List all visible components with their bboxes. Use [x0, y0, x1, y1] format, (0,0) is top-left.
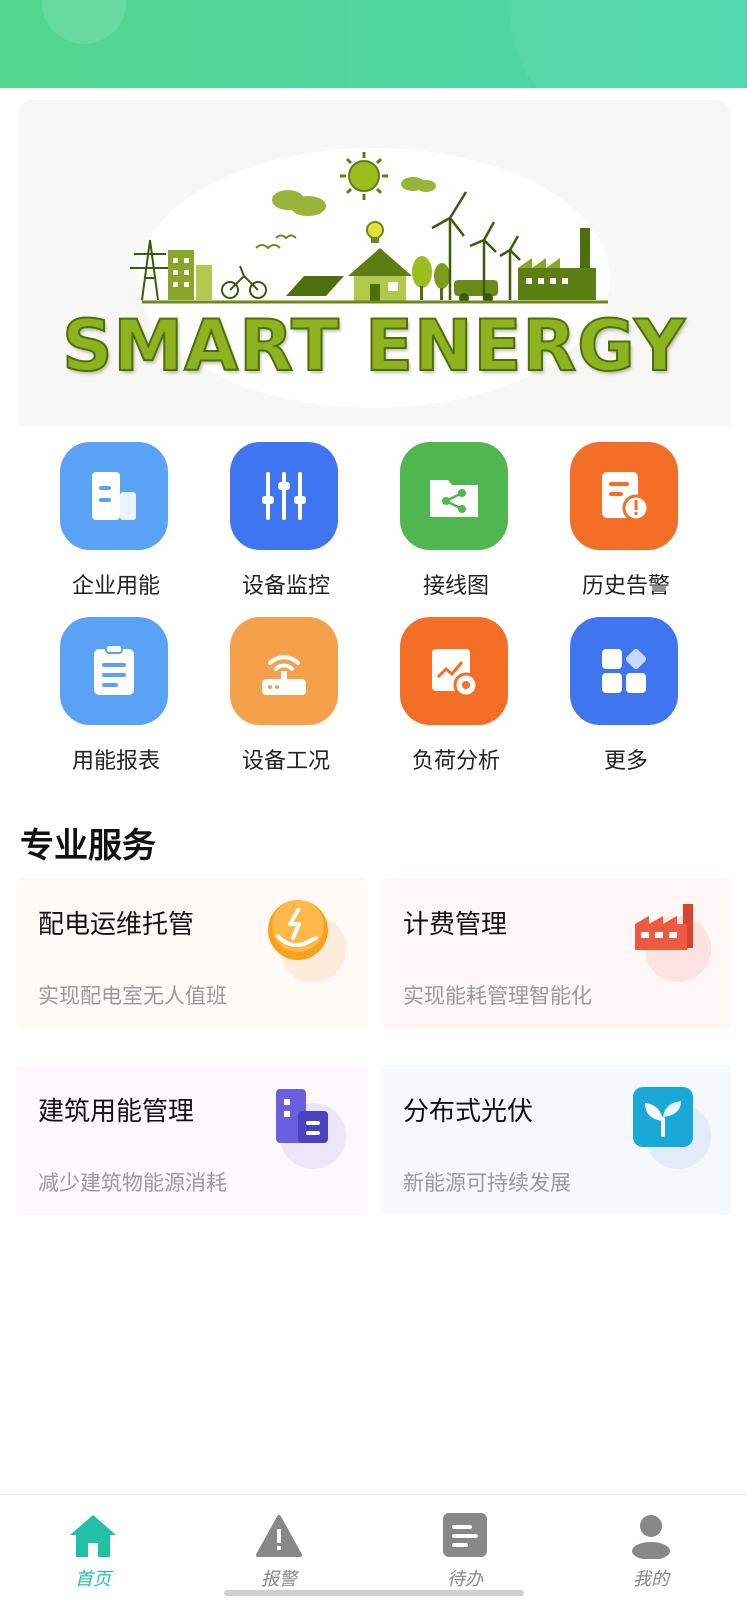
banner-title: SMART ENERGY: [61, 304, 686, 388]
quick-label: 设备工况: [241, 749, 330, 774]
router-icon: [230, 617, 338, 725]
share-folder-icon: [400, 442, 508, 550]
quick-label: 用能报表: [71, 749, 160, 774]
card-subtitle: 实现能耗管理智能化: [403, 984, 592, 1008]
buildings-icon: [276, 1089, 328, 1143]
bottom-tab-bar: 首页 报警 待办 我的: [0, 1494, 747, 1600]
service-card-building-energy[interactable]: 建筑用能管理 减少建筑物能源消耗: [18, 1065, 366, 1215]
banner-pager-dot[interactable]: [355, 390, 371, 395]
card-title: 计费管理: [403, 910, 508, 940]
quick-item-energy-report[interactable]: 用能报表: [35, 617, 209, 777]
tab-label: 报警: [261, 1569, 297, 1590]
quick-label: 负荷分析: [411, 749, 500, 774]
quick-item-wiring-diagram[interactable]: 接线图: [375, 442, 549, 602]
service-card-power-om[interactable]: 配电运维托管 实现配电室无人值班: [18, 878, 366, 1028]
tab-mine[interactable]: 我的: [558, 1495, 744, 1600]
tab-label: 待办: [447, 1569, 483, 1590]
tab-label: 我的: [633, 1569, 669, 1590]
tab-alarm[interactable]: 报警: [186, 1495, 372, 1600]
smart-energy-banner[interactable]: SMART ENERGY: [18, 100, 730, 426]
grid-more-icon: [570, 617, 678, 725]
card-title: 分布式光伏: [403, 1097, 534, 1127]
card-title: 配电运维托管: [38, 910, 195, 940]
quick-label: 企业用能: [71, 574, 160, 599]
tab-label: 首页: [75, 1569, 111, 1590]
service-card-billing[interactable]: 计费管理 实现能耗管理智能化: [383, 878, 731, 1028]
section-title: 专业服务: [20, 826, 156, 866]
home-icon: [70, 1515, 116, 1557]
clipboard-icon: [60, 617, 168, 725]
quick-item-history-alarm[interactable]: 历史告警: [545, 442, 719, 602]
quick-item-enterprise-energy[interactable]: 企业用能: [35, 442, 209, 602]
chart-gear-icon: [400, 617, 508, 725]
factory-icon: [635, 904, 693, 950]
quick-item-load-analysis[interactable]: 负荷分析: [375, 617, 549, 777]
sprout-icon: [633, 1087, 693, 1147]
todo-list-icon: [443, 1513, 487, 1557]
card-subtitle: 减少建筑物能源消耗: [38, 1171, 227, 1195]
tab-home[interactable]: 首页: [0, 1495, 186, 1600]
warning-icon: [256, 1515, 302, 1557]
user-icon: [632, 1515, 670, 1559]
quick-label: 接线图: [422, 574, 489, 599]
card-subtitle: 实现配电室无人值班: [38, 984, 227, 1008]
service-card-distributed-pv[interactable]: 分布式光伏 新能源可持续发展: [383, 1065, 731, 1215]
home-indicator[interactable]: [224, 1590, 524, 1596]
quick-label: 设备监控: [241, 574, 330, 599]
sliders-icon: [230, 442, 338, 550]
alert-document-icon: [570, 442, 678, 550]
quick-label: 历史告警: [581, 574, 670, 599]
card-title: 建筑用能管理: [38, 1097, 195, 1127]
quick-label: 更多: [603, 749, 648, 774]
tab-todo[interactable]: 待办: [372, 1495, 558, 1600]
card-subtitle: 新能源可持续发展: [403, 1171, 571, 1195]
top-header: [0, 0, 747, 88]
hand-lightning-icon: [268, 900, 328, 960]
quick-item-more[interactable]: 更多: [545, 617, 719, 777]
building-icon: [60, 442, 168, 550]
quick-item-device-monitor[interactable]: 设备监控: [205, 442, 379, 602]
quick-item-device-status[interactable]: 设备工况: [205, 617, 379, 777]
